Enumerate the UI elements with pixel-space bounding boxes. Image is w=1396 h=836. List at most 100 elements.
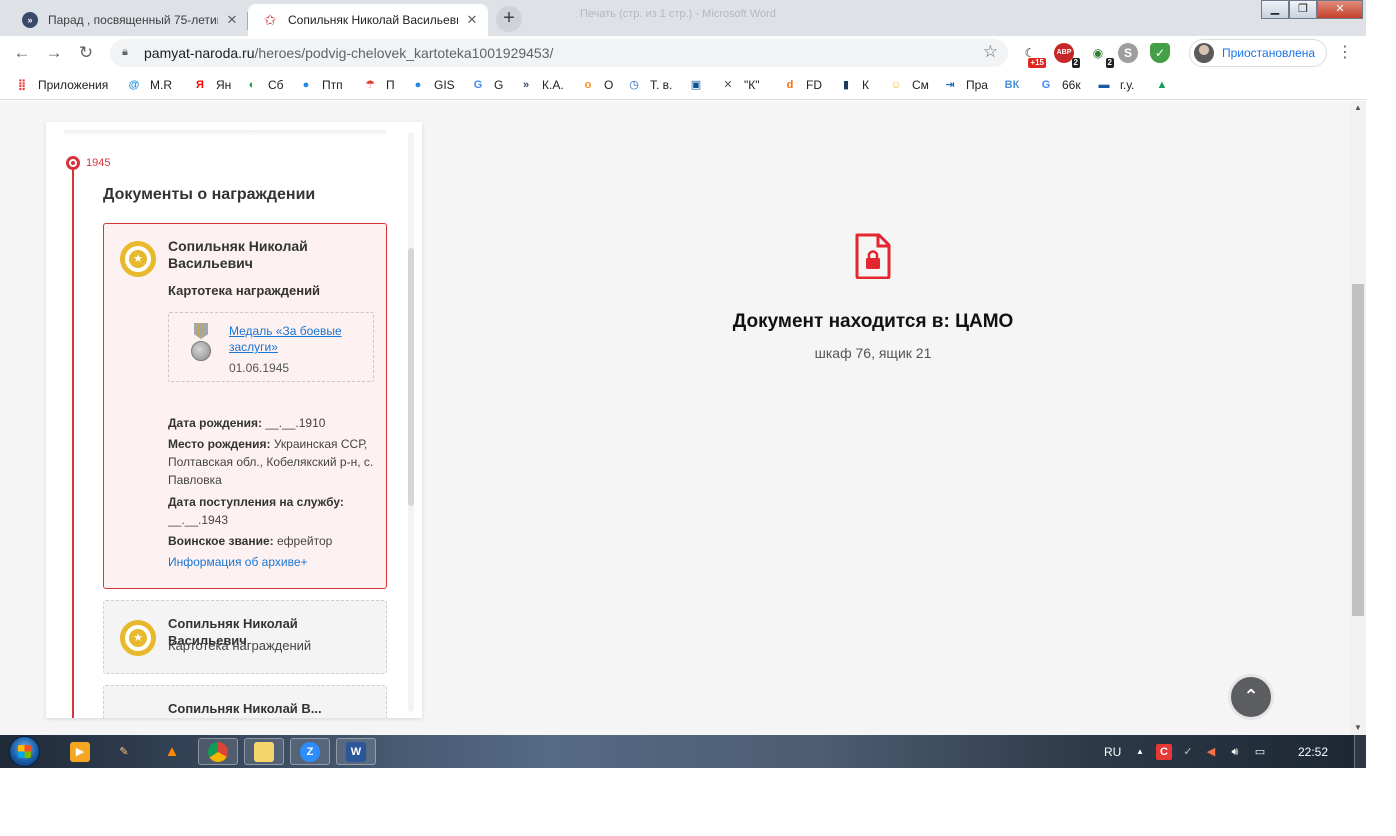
bookmark-item[interactable]: d FD	[782, 76, 822, 94]
volume-icon[interactable]: 🔊︎	[1227, 744, 1243, 760]
bookmark-item[interactable]: GG	[470, 76, 504, 94]
chrome-menu-icon[interactable]: ⋮	[1337, 41, 1353, 65]
reload-button[interactable]: ↻	[74, 41, 98, 65]
login-icon: ⇥	[945, 79, 955, 91]
scroll-down-arrow-icon[interactable]: ▼	[1350, 721, 1366, 735]
bookmark-item[interactable]: Я Ян	[192, 76, 231, 94]
award-card[interactable]: Сопильняк Николай В...	[103, 685, 387, 718]
bookmark-item[interactable]: ▣	[688, 76, 712, 94]
bookmark-label: G	[494, 78, 504, 92]
bookmark-item[interactable]: G 66к	[1038, 76, 1081, 94]
medal-star-icon: ★	[120, 241, 156, 277]
taskbar-explorer[interactable]	[244, 738, 284, 765]
apps-grid-icon: ⣿	[17, 79, 27, 91]
paint-brush-icon: ✎	[119, 745, 129, 758]
lock-icon: 🔒︎	[122, 46, 128, 58]
medal-box: Медаль «За боевые заслуги» 01.06.1945	[168, 312, 374, 382]
taskbar-paint[interactable]: ✎	[104, 738, 144, 765]
taskbar-word[interactable]: W	[336, 738, 376, 765]
scroll-up-arrow-icon[interactable]: ▲	[1350, 101, 1366, 115]
odnoklassniki-icon: о	[584, 79, 592, 91]
bookmark-item[interactable]: » К.А.	[518, 76, 564, 94]
bookmark-item[interactable]: ⣿ Приложения	[14, 76, 109, 94]
bookmark-item[interactable]: ● Птп	[298, 76, 343, 94]
bookmark-item[interactable]: ☺ См	[888, 76, 929, 94]
extension-badge: 2	[1071, 58, 1080, 68]
google-drive-icon: ▲	[1156, 79, 1168, 91]
tray-overflow-icon[interactable]: ▲	[1132, 744, 1148, 760]
double-chevron-icon: »	[22, 12, 38, 28]
chrome-icon	[208, 741, 228, 762]
bookmark-label: Приложения	[38, 78, 109, 92]
network-icon[interactable]: ▭	[1252, 744, 1268, 760]
scrollbar-thumb[interactable]	[1352, 284, 1364, 616]
extension-green-icon[interactable]: ◉ 2	[1088, 43, 1114, 68]
bookmark-item[interactable]: ▬ г.у.	[1096, 76, 1135, 94]
bars-icon: ▮	[842, 79, 850, 91]
adblock-icon[interactable]: ABP 2	[1054, 43, 1080, 68]
cast-icon: ▣	[690, 79, 702, 91]
bookmark-item[interactable]: ☂ П	[362, 76, 395, 94]
url-path: /heroes/podvig-chelovek_kartoteka1001929…	[254, 45, 554, 61]
bookmark-item[interactable]: ● GIS	[410, 76, 455, 94]
bookmark-item[interactable]: @ M.R	[126, 76, 172, 94]
show-desktop-button[interactable]	[1354, 735, 1366, 768]
panel-scrollbar[interactable]	[408, 248, 414, 506]
profile-button[interactable]: Приостановлена	[1189, 39, 1327, 67]
forward-button[interactable]: →	[42, 41, 66, 65]
scroll-to-top-button[interactable]: ⌃	[1228, 674, 1274, 720]
bookmark-label: П	[386, 78, 395, 92]
new-tab-button[interactable]: +	[496, 6, 522, 32]
bookmark-item[interactable]: ▮ К	[838, 76, 869, 94]
medal-link[interactable]: Медаль «За боевые заслуги»	[229, 323, 369, 355]
google-icon: G	[473, 79, 483, 91]
award-card[interactable]: ★ Сопильняк Николай Васильевич Картотека…	[103, 600, 387, 674]
start-button[interactable]	[6, 735, 44, 768]
shield-tray-icon[interactable]: ✓	[1180, 744, 1196, 760]
shield-check-icon[interactable]: ✓	[1150, 43, 1170, 63]
tab-sopilnyak[interactable]: ✩ Сопильняк Николай Васильевич ✕	[248, 4, 488, 36]
bookmark-item[interactable]: ◷ Т. в.	[626, 76, 672, 94]
zoom-icon: Z	[300, 741, 320, 762]
url-host: pamyat-naroda.ru	[144, 45, 255, 61]
clock[interactable]: 22:52	[1298, 735, 1328, 768]
skype-icon[interactable]: S	[1118, 43, 1138, 63]
taskbar-chrome[interactable]	[198, 738, 238, 765]
maximize-button[interactable]: ❐	[1289, 0, 1317, 19]
award-card-selected[interactable]: ★ Сопильняк Николай Васильевич Картотека…	[103, 223, 387, 589]
red-star-icon: ✩	[263, 12, 277, 29]
windows-logo-icon	[9, 736, 40, 767]
window-controls: ▁ ❐ ✕	[1261, 0, 1363, 20]
archive-info-link[interactable]: Информация об архиве+	[168, 555, 308, 569]
close-window-button[interactable]: ✕	[1317, 0, 1363, 19]
taskbar-media-player[interactable]: ▶	[60, 738, 100, 765]
taskbar-zoom[interactable]: Z	[290, 738, 330, 765]
language-indicator[interactable]: RU	[1104, 735, 1121, 768]
service-date: Дата поступления на службу: __.__.1943	[168, 495, 344, 527]
taskbar-vlc[interactable]: ▲	[152, 738, 192, 765]
minimize-button[interactable]: ▁	[1261, 0, 1289, 19]
drop-icon: ●	[302, 79, 310, 91]
bookmark-item[interactable]: ВК	[1004, 76, 1028, 94]
bookmark-label: GIS	[434, 78, 455, 92]
bookmark-star-icon[interactable]: ☆	[983, 42, 998, 62]
close-icon[interactable]: ✕	[464, 12, 480, 28]
avatar	[1194, 43, 1214, 63]
bookmark-item[interactable]: ▲	[1154, 76, 1178, 94]
moon-icon[interactable]: ☾ +15	[1020, 43, 1046, 68]
antivirus-icon[interactable]: C	[1156, 744, 1172, 760]
extension-badge: +15	[1028, 58, 1046, 68]
bookmark-item[interactable]: ◐ Сб	[244, 76, 284, 94]
tab-parade[interactable]: » Парад , посвященный 75-летию ✕	[8, 4, 248, 36]
bookmark-item[interactable]: оО	[580, 76, 614, 94]
umbrella-icon: ☂	[365, 79, 375, 91]
bookmark-item[interactable]: ✕ "К"	[720, 76, 759, 94]
back-button[interactable]: ←	[10, 41, 34, 65]
page-scrollbar[interactable]: ▲ ▼	[1350, 101, 1366, 735]
speaker-muted-icon[interactable]: ◀	[1203, 744, 1219, 760]
background-window-title: Печать (стр. из 1 стр.) - Microsoft Word	[580, 8, 776, 20]
person-name: Сопильняк Николай В...	[168, 701, 322, 716]
bookmark-item[interactable]: ⇥ Пра	[942, 76, 988, 94]
address-bar[interactable]: 🔒︎ pamyat-naroda.ru/heroes/podvig-chelov…	[110, 39, 1008, 67]
close-icon[interactable]: ✕	[224, 12, 240, 28]
